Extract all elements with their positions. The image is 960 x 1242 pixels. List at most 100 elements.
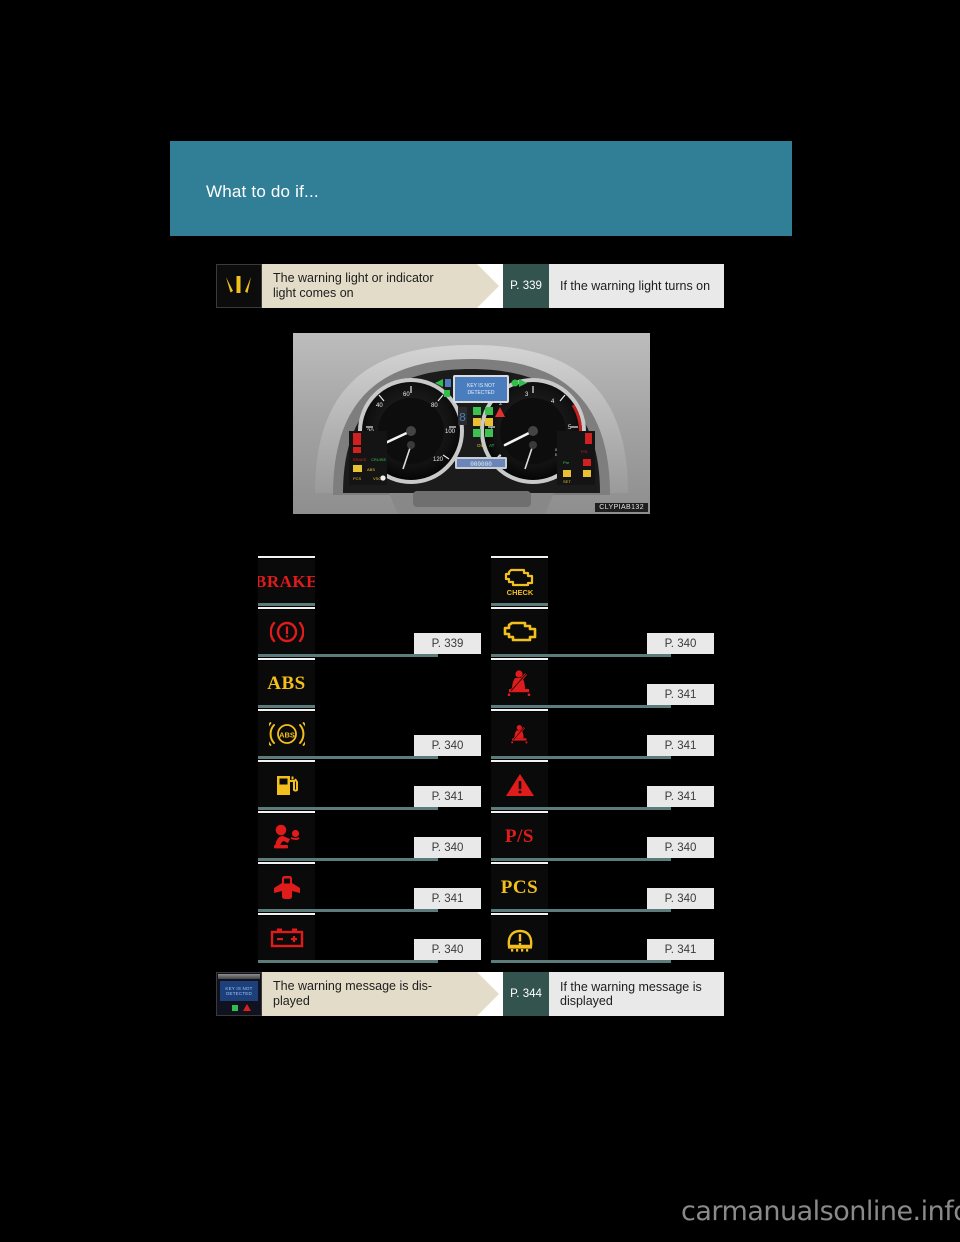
- mid-bezel: [218, 974, 260, 979]
- row-rule-top: [258, 862, 315, 864]
- table-row: P. 341: [491, 709, 714, 759]
- svg-text:CHECK: CHECK: [506, 588, 533, 597]
- page-ref-badge[interactable]: P. 339: [414, 633, 481, 654]
- mid-red-triangle-icon: [243, 1004, 251, 1011]
- low-fuel-icon-glyph: [276, 776, 298, 795]
- page-ref-badge[interactable]: P. 340: [414, 939, 481, 960]
- row-rule-top: [491, 811, 548, 813]
- page-ref-badge[interactable]: P. 341: [647, 786, 714, 807]
- warning-rays-icon-cell: [216, 264, 262, 308]
- row-rule-bottom: [491, 705, 671, 708]
- table-row: P. 340: [491, 607, 714, 657]
- row-rule-bottom: [258, 909, 438, 912]
- brake-text-icon-label: BRAKE: [258, 571, 315, 591]
- page-ref-badge[interactable]: P. 340: [414, 735, 481, 756]
- multi-info-display-icon-cell: KEY IS NOT DETECTED: [216, 972, 262, 1016]
- svg-text:CRUISE: CRUISE: [371, 457, 386, 462]
- row-rule-bottom: [258, 756, 438, 759]
- mid-green-square-icon: [232, 1005, 238, 1011]
- svg-text:60: 60: [403, 392, 410, 398]
- table-row: P. 341: [491, 658, 714, 708]
- row-rule-top: [258, 709, 315, 711]
- page-ref-badge[interactable]: P. 341: [647, 939, 714, 960]
- svg-text:DETECTED: DETECTED: [468, 390, 495, 396]
- row-rule-top: [491, 709, 548, 711]
- row-rule-top: [258, 556, 315, 558]
- tire-pressure-icon: [491, 916, 548, 960]
- brake-system-icon: [258, 610, 315, 654]
- table-row: BRAKE: [258, 556, 473, 606]
- warning-light-page-ref[interactable]: P. 339: [503, 264, 549, 308]
- instrument-cluster-illustration: 406080 20100 0120 234 15 06 x1000: [293, 333, 650, 514]
- row-rule-bottom: [258, 603, 315, 606]
- row-rule-bottom: [258, 654, 438, 657]
- abs-text-icon: ABS: [258, 661, 315, 705]
- table-row: ABS: [258, 658, 473, 708]
- svg-text:ABS: ABS: [279, 730, 295, 739]
- charging-battery-icon: [258, 916, 315, 960]
- table-row: P. 341: [491, 913, 714, 963]
- svg-text:Pre: Pre: [563, 460, 570, 465]
- multi-info-display-icon: KEY IS NOT DETECTED: [217, 973, 261, 1015]
- row-rule-top: [258, 658, 315, 660]
- page-ref-badge[interactable]: P. 340: [647, 888, 714, 909]
- svg-text:40: 40: [376, 403, 383, 409]
- svg-text:PCS: PCS: [353, 476, 362, 481]
- table-row: PCS P. 340: [491, 862, 714, 912]
- table-row: P. 339: [258, 607, 481, 657]
- svg-text:VSC: VSC: [373, 476, 381, 481]
- door-open-icon-glyph: [273, 876, 300, 899]
- svg-text:8: 8: [459, 411, 466, 425]
- check-engine-icon-glyph: [503, 621, 536, 642]
- row-rule-bottom: [258, 960, 438, 963]
- svg-text:BRAKE: BRAKE: [353, 457, 367, 462]
- power-steering-icon: P/S: [491, 814, 548, 858]
- warning-indicator-left-column: BRAKE P. 339 ABS ABS P. 340 P. 341 P. 34…: [258, 556, 481, 964]
- master-warning-icon: [491, 763, 548, 807]
- row-rule-top: [491, 556, 548, 558]
- check-engine-text-icon-glyph: CHECK: [504, 568, 533, 597]
- page-ref-badge[interactable]: P. 341: [414, 786, 481, 807]
- svg-text:100: 100: [445, 429, 456, 435]
- door-open-icon: [258, 865, 315, 909]
- brake-system-icon-glyph: [269, 621, 304, 643]
- warning-light-destination[interactable]: If the warning light turns on: [549, 264, 724, 308]
- check-engine-text-icon: CHECK: [491, 559, 548, 603]
- table-row: P. 341: [491, 760, 714, 810]
- warning-message-destination[interactable]: If the warning message is displayed: [549, 972, 724, 1016]
- row-rule-bottom: [491, 807, 671, 810]
- page-ref-badge[interactable]: P. 341: [647, 684, 714, 705]
- chapter-header-band: What to do if...: [170, 141, 792, 236]
- brake-text-icon: BRAKE: [258, 559, 315, 603]
- page-ref-badge[interactable]: P. 340: [414, 837, 481, 858]
- charging-battery-icon-glyph: [270, 928, 303, 948]
- srs-airbag-icon-glyph: [273, 824, 300, 849]
- row-rule-bottom: [491, 654, 671, 657]
- row-rule-top: [491, 760, 548, 762]
- table-row: P. 340: [258, 811, 481, 861]
- row-rule-bottom: [491, 603, 548, 606]
- abs-text-icon-label: ABS: [267, 672, 306, 694]
- rear-seatbelt-icon: [491, 712, 548, 756]
- page-ref-badge[interactable]: P. 340: [647, 837, 714, 858]
- svg-text:120: 120: [433, 457, 444, 463]
- check-engine-icon: [491, 610, 548, 654]
- svg-text:ABS: ABS: [367, 467, 375, 472]
- warning-light-flow-bar: The warning light or indicator light com…: [216, 264, 724, 308]
- svg-text:000000: 000000: [470, 461, 492, 468]
- row-rule-top: [491, 607, 548, 609]
- srs-airbag-icon: [258, 814, 315, 858]
- abs-circle-icon-glyph: ABS: [268, 722, 305, 746]
- warning-message-flow-label-cell: The warning message is dis-played: [262, 972, 499, 1016]
- page-ref-badge[interactable]: P. 341: [647, 735, 714, 756]
- warning-message-page-ref[interactable]: P. 344: [503, 972, 549, 1016]
- instrument-cluster-figure: 406080 20100 0120 234 15 06 x1000: [293, 333, 650, 514]
- table-row: ABS P. 340: [258, 709, 481, 759]
- table-row: P. 341: [258, 862, 481, 912]
- page-ref-badge[interactable]: P. 341: [414, 888, 481, 909]
- page-ref-badge[interactable]: P. 340: [647, 633, 714, 654]
- warning-light-flow-label-cell: The warning light or indicator light com…: [262, 264, 499, 308]
- pre-collision-icon-label: PCS: [500, 876, 539, 898]
- pre-collision-icon: PCS: [491, 865, 548, 909]
- warning-message-flow-bar: KEY IS NOT DETECTED The warning message …: [216, 972, 724, 1016]
